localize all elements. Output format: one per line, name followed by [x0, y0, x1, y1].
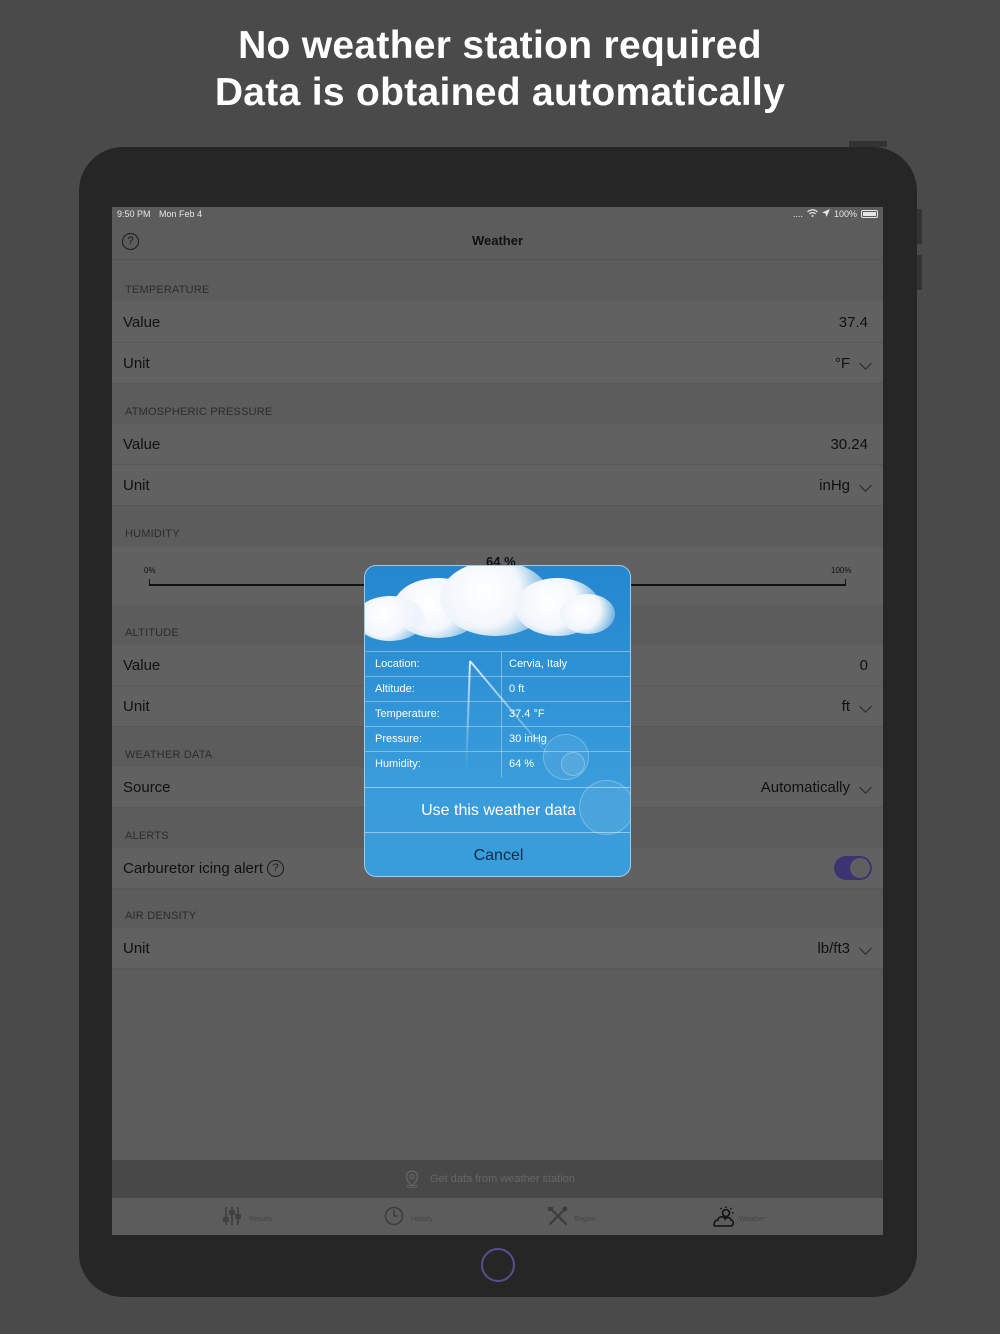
weather-source-value: Automatically — [760, 779, 850, 796]
info-row-temperature: Temperature: 37.4 °F — [365, 701, 630, 727]
temperature-unit-row[interactable]: Unit °F — [112, 343, 883, 384]
clock-icon — [384, 1206, 404, 1231]
sliders-icon — [222, 1206, 242, 1231]
info-key: Pressure: — [375, 733, 423, 745]
chevron-down-icon — [859, 700, 872, 713]
row-label: Unit — [123, 355, 150, 372]
help-icon[interactable]: ? — [267, 860, 284, 877]
info-row-humidity: Humidity: 64 % — [365, 751, 630, 777]
info-key: Humidity: — [375, 758, 421, 770]
home-button[interactable] — [481, 1248, 515, 1282]
pressure-value-row[interactable]: Value 30.24 — [112, 424, 883, 465]
info-key: Altitude: — [375, 683, 415, 695]
slider-tick-max — [845, 579, 846, 585]
row-label: Value — [123, 436, 161, 453]
toggle-knob — [850, 858, 870, 878]
tools-icon — [547, 1206, 569, 1231]
row-label: Value — [123, 314, 161, 331]
icing-alert-label: Carburetor icing alert — [123, 860, 264, 877]
humidity-max-label: 100% — [831, 566, 852, 575]
info-key: Temperature: — [375, 708, 440, 720]
altitude-value: 0 — [859, 657, 868, 674]
temperature-value-row[interactable]: Value 37.4 — [112, 302, 883, 343]
cloud-sun-icon — [712, 1206, 736, 1233]
info-row-location: Location: Cervia, Italy — [365, 651, 630, 677]
weather-station-button[interactable]: Get data from weather station — [112, 1160, 883, 1198]
altitude-unit: ft — [841, 698, 850, 715]
temperature-value: 37.4 — [838, 314, 868, 331]
battery-icon — [861, 210, 878, 218]
tab-label: Weather — [739, 1216, 766, 1223]
info-row-altitude: Altitude: 0 ft — [365, 676, 630, 702]
tab-bar: Results History Engine Weather — [112, 1198, 883, 1235]
headline-line-1: No weather station required — [238, 24, 762, 67]
info-value: 0 ft — [509, 683, 525, 695]
navigation-bar: ? Weather — [112, 221, 883, 260]
row-label: Value — [123, 657, 161, 674]
pressure-unit-row[interactable]: Unit inHg — [112, 465, 883, 506]
battery-percent: 100% — [833, 209, 857, 219]
column-divider — [501, 677, 502, 702]
air-density-unit: lb/ft3 — [817, 940, 850, 957]
section-header-air-density: AIR DENSITY — [125, 910, 197, 922]
pressure-value: 30.24 — [830, 436, 868, 453]
headline: No weather station required Data is obta… — [0, 22, 1000, 116]
section-header-alerts: ALERTS — [125, 830, 169, 842]
signal-icon: .... — [792, 209, 803, 219]
row-label: Source — [123, 779, 171, 796]
row-label: Unit — [123, 698, 150, 715]
slider-tick-min — [149, 579, 150, 585]
use-weather-data-button[interactable]: Use this weather data — [365, 787, 630, 832]
status-time: 9:50 PM — [117, 209, 151, 219]
chevron-down-icon — [859, 781, 872, 794]
section-header-weather-data: WEATHER DATA — [125, 749, 213, 761]
chevron-down-icon — [859, 479, 872, 492]
pressure-unit: inHg — [819, 477, 850, 494]
row-label: Unit — [123, 477, 150, 494]
volume-up-button — [917, 209, 922, 244]
location-pin-icon — [405, 1170, 419, 1193]
info-row-pressure: Pressure: 30 inHg — [365, 726, 630, 752]
location-arrow-icon — [821, 209, 830, 219]
chevron-down-icon — [859, 942, 872, 955]
weather-info-table: Location: Cervia, Italy Altitude: 0 ft T… — [365, 651, 630, 777]
humidity-min-label: 0% — [144, 566, 156, 575]
column-divider — [501, 652, 502, 677]
volume-down-button — [917, 255, 922, 290]
column-divider — [501, 702, 502, 727]
status-date: Mon Feb 4 — [159, 209, 203, 219]
info-value: Cervia, Italy — [509, 658, 568, 670]
air-density-unit-row[interactable]: Unit lb/ft3 — [112, 928, 883, 969]
section-header-altitude: ALTITUDE — [125, 627, 179, 639]
tab-label: Engine — [574, 1216, 596, 1223]
section-header-temperature: TEMPERATURE — [125, 284, 210, 296]
chevron-down-icon — [859, 357, 872, 370]
status-bar: 9:50 PM Mon Feb 4 .... 100% — [112, 207, 883, 221]
row-label: Unit — [123, 940, 150, 957]
tab-label: History — [411, 1216, 433, 1223]
cancel-button[interactable]: Cancel — [365, 832, 630, 876]
info-value: 37.4 °F — [509, 708, 545, 720]
info-value: 64 % — [509, 758, 535, 770]
icing-alert-toggle[interactable] — [834, 856, 872, 880]
page-title: Weather — [471, 233, 524, 248]
power-button — [849, 141, 887, 147]
weather-data-dialog: Location: Cervia, Italy Altitude: 0 ft T… — [364, 565, 631, 877]
section-header-humidity: HUMIDITY — [125, 528, 180, 540]
cloud-image — [560, 594, 615, 634]
info-value: 30 inHg — [509, 733, 547, 745]
tab-label: Results — [249, 1216, 273, 1223]
column-divider — [501, 752, 502, 777]
info-key: Location: — [375, 658, 420, 670]
headline-line-2: Data is obtained automatically — [214, 71, 786, 114]
weather-station-label: Get data from weather station — [430, 1173, 575, 1185]
column-divider — [501, 727, 502, 752]
section-header-pressure: ATMOSPHERIC PRESSURE — [125, 406, 273, 418]
wifi-icon — [807, 209, 818, 219]
temperature-unit: °F — [834, 355, 850, 372]
